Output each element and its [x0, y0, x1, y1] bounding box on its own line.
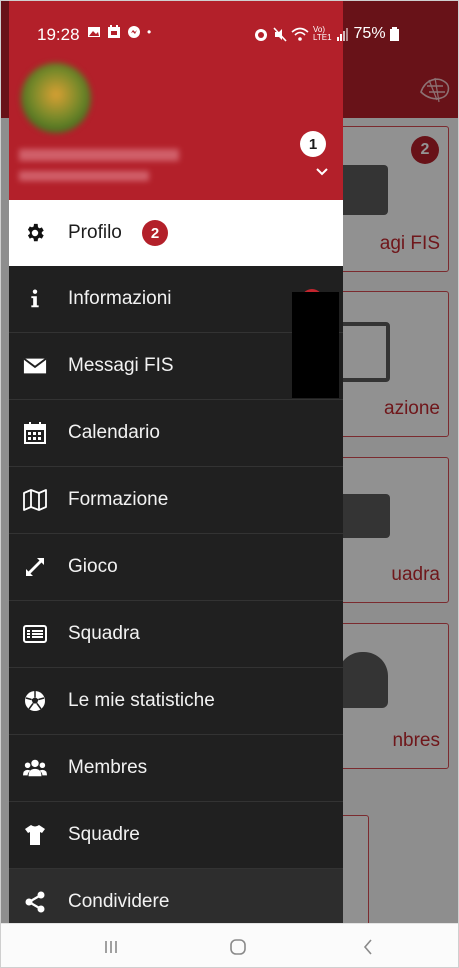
gear-icon — [23, 221, 47, 245]
menu-item-label: Messagi FIS — [68, 355, 174, 376]
status-time: 19:28 — [37, 25, 80, 44]
map-icon — [23, 488, 47, 512]
menu-item-label: Squadra — [68, 623, 140, 644]
system-nav-bar — [1, 923, 458, 967]
avatar[interactable] — [21, 63, 91, 133]
gallery-icon — [88, 27, 100, 37]
menu-item-membres[interactable]: Membres — [9, 735, 343, 802]
redaction-box — [292, 292, 339, 398]
profile-badge: 2 — [142, 220, 168, 246]
users-icon — [23, 756, 47, 780]
menu-item-label: Profilo — [68, 222, 122, 243]
recents-icon[interactable] — [100, 937, 122, 957]
menu-item-label: Informazioni — [68, 288, 172, 309]
info-icon — [23, 287, 47, 311]
calendar-icon — [23, 421, 47, 445]
shirt-icon — [23, 823, 47, 847]
menu-item-label: Formazione — [68, 489, 169, 510]
menu-item-formazione[interactable]: Formazione — [9, 467, 343, 534]
menu-item-label: Membres — [68, 757, 148, 778]
list-card-icon — [23, 622, 47, 646]
soccer-ball-icon — [23, 689, 47, 713]
notification-icons: • — [87, 25, 151, 39]
menu-item-label: Le mie statistiche — [68, 690, 215, 711]
user-name-redacted — [19, 149, 179, 161]
home-icon[interactable] — [227, 937, 249, 957]
phone-screen: agi FIS 2 azione uadra nbres 19:28 • Vo)… — [0, 0, 459, 968]
user-email-redacted — [19, 171, 149, 181]
navigation-drawer: 1 Profilo 2 Informazioni Messagi FIS Cal… — [9, 1, 343, 923]
menu-item-squadre[interactable]: Squadre — [9, 802, 343, 869]
envelope-icon — [23, 354, 47, 378]
status-bar: 19:28 • — [1, 1, 343, 63]
menu-item-gioco[interactable]: Gioco — [9, 534, 343, 601]
menu-item-calendario[interactable]: Calendario — [9, 400, 343, 467]
menu-item-label: Condividere — [68, 891, 170, 912]
menu-item-label: Gioco — [68, 556, 118, 577]
menu-item-statistiche[interactable]: Le mie statistiche — [9, 668, 343, 735]
account-badge: 1 — [300, 131, 326, 157]
dot-icon: • — [147, 25, 152, 39]
back-icon[interactable] — [357, 937, 379, 957]
menu-item-condividere[interactable]: Condividere — [9, 869, 343, 923]
calendar-icon — [108, 25, 120, 38]
menu-item-label: Squadre — [68, 824, 140, 845]
menu-item-squadra[interactable]: Squadra — [9, 601, 343, 668]
chevron-down-icon[interactable] — [313, 165, 331, 179]
menu-item-label: Calendario — [68, 422, 160, 443]
menu-item-profilo[interactable]: Profilo 2 — [9, 200, 343, 266]
expand-icon — [23, 555, 47, 579]
share-icon — [23, 890, 47, 914]
messenger-icon — [128, 26, 140, 38]
